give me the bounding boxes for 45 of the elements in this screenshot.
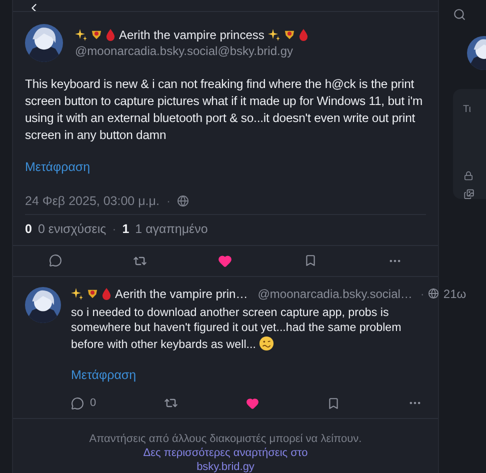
crest-icon <box>91 29 102 40</box>
reply-button[interactable] <box>48 254 62 267</box>
more-posts-link[interactable]: bsky.brid.gy <box>196 461 254 473</box>
like-button[interactable] <box>218 254 232 268</box>
display-name: Aerith the vampire prin… <box>115 286 248 300</box>
drop-icon <box>102 288 111 300</box>
search-icon[interactable] <box>453 8 466 20</box>
translate-link[interactable]: Μετάφραση <box>71 368 136 382</box>
stat-link[interactable]: 1 αγαπημένο <box>135 222 208 236</box>
avatar[interactable] <box>25 24 63 62</box>
separator-dot: · <box>112 222 116 236</box>
repost-button[interactable] <box>164 396 178 410</box>
drop-icon <box>106 28 115 40</box>
user-handle: @moonarcadia.bsky.social… <box>258 286 412 300</box>
sparkle-icon <box>71 288 83 300</box>
sparkle-icon <box>75 28 87 40</box>
drop-icon <box>299 28 308 40</box>
separator-dot: · <box>166 194 170 208</box>
lock-icon <box>463 171 474 181</box>
separator-dot: · <box>420 286 424 300</box>
sparkle-icon <box>268 28 280 40</box>
stat-count: 1 <box>122 222 130 236</box>
globe-icon <box>177 194 190 206</box>
missing-replies-note: Απαντήσεις από άλλους διακομιστές μπορεί να λείπουν. <box>89 433 362 445</box>
images-icon[interactable] <box>463 188 475 199</box>
translate-link[interactable]: Μετάφραση <box>25 160 90 174</box>
stat-link[interactable]: 0 ενισχύσεις <box>38 222 106 236</box>
like-button[interactable] <box>246 396 260 410</box>
post-text: This keyboard is new & i can not freaking find where the h@ck is the print screen button to capture pictures what if it made up for Windows 11, but i'm using it with an external bluetooth port & so...it doesn't even write out print screen in any button damn <box>25 76 424 144</box>
globe-icon <box>428 288 440 299</box>
bookmark-button[interactable] <box>304 254 317 267</box>
composer-field[interactable]: Τι <box>463 99 486 117</box>
avatar[interactable] <box>25 286 61 322</box>
user-handle: @moonarcadia.bsky.social@bsky.brid.gy <box>75 44 294 58</box>
crest-icon <box>87 288 98 299</box>
crest-icon <box>284 29 296 40</box>
stat-count: 0 <box>25 222 32 236</box>
more-posts-link[interactable]: Δες περισσότερες αναρτήσεις στο <box>143 447 308 459</box>
display-name: Aerith the vampire princess <box>119 28 264 42</box>
reply-time: 21ω <box>443 286 466 300</box>
woozy-face-icon <box>258 336 274 350</box>
reply-button[interactable]: 0 <box>71 396 96 410</box>
bookmark-button[interactable] <box>327 396 340 410</box>
post-date: 24 Φεβ 2025, 03:00 μ.μ. <box>25 194 160 208</box>
reply-text: so i needed to download another screen capture app, probs is somewhere but haven't figured it out yet...had the same problem before with other keybards as well... <box>71 304 402 352</box>
